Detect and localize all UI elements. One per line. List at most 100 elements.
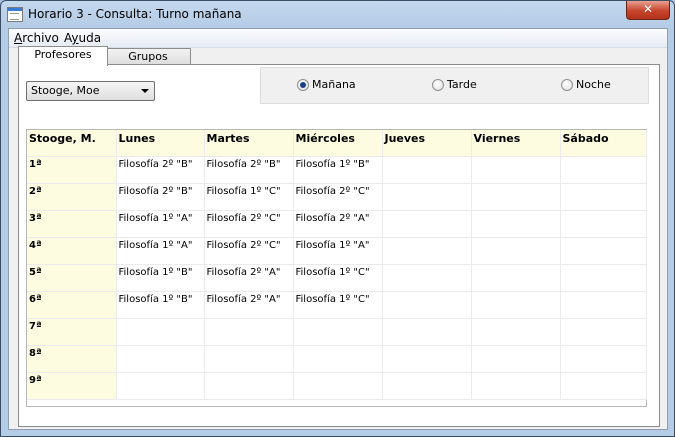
day-header-miercoles: Miércoles <box>293 130 383 157</box>
schedule-cell[interactable] <box>560 345 647 373</box>
schedule-cell[interactable] <box>116 318 205 346</box>
day-header-sabado: Sábado <box>560 130 647 157</box>
menu-archivo[interactable]: Archivo <box>14 31 59 45</box>
schedule-cell[interactable] <box>116 345 205 373</box>
table-row: 9ª <box>27 372 647 400</box>
schedule-cell[interactable]: Filosofía 2º "A" <box>293 210 383 238</box>
schedule-cell[interactable]: Filosofía 2º "B" <box>116 156 205 184</box>
schedule-cell[interactable] <box>560 156 647 184</box>
day-header-viernes: Viernes <box>471 130 561 157</box>
schedule-cell[interactable]: Filosofía 2º "A" <box>204 291 294 319</box>
teacher-select[interactable]: Stooge, Moe <box>26 81 155 101</box>
table-row: 5ª Filosofía 1º "B" Filosofía 2º "A" Fil… <box>27 264 647 292</box>
period-label: 7ª <box>27 318 117 346</box>
schedule-cell[interactable]: Filosofía 2º "C" <box>204 210 294 238</box>
day-header-jueves: Jueves <box>382 130 472 157</box>
app-window: Horario 3 - Consulta: Turno mañana ✕ Arc… <box>0 0 675 437</box>
schedule-cell[interactable] <box>382 183 472 211</box>
schedule-cell[interactable] <box>560 372 647 400</box>
schedule-cell[interactable] <box>471 183 561 211</box>
schedule-cell[interactable] <box>293 345 383 373</box>
schedule-cell[interactable] <box>471 345 561 373</box>
period-label: 2ª <box>27 183 117 211</box>
table-row: 1ª Filosofía 2º "B" Filosofía 2º "B" Fil… <box>27 156 647 184</box>
schedule-cell[interactable] <box>293 318 383 346</box>
tab-profesores[interactable]: Profesores <box>18 46 108 66</box>
schedule-cell[interactable]: Filosofía 1º "C" <box>293 291 383 319</box>
schedule-cell[interactable] <box>382 210 472 238</box>
period-label: 5ª <box>27 264 117 292</box>
schedule-cell[interactable] <box>471 372 561 400</box>
schedule-cell[interactable]: Filosofía 1º "B" <box>116 264 205 292</box>
period-label: 6ª <box>27 291 117 319</box>
schedule-cell[interactable] <box>471 156 561 184</box>
table-row: 8ª <box>27 345 647 373</box>
schedule-cell[interactable] <box>560 210 647 238</box>
schedule-cell[interactable] <box>382 264 472 292</box>
schedule-cell[interactable]: Filosofía 1º "B" <box>293 156 383 184</box>
schedule-cell[interactable] <box>382 291 472 319</box>
radio-selected-icon <box>297 79 309 91</box>
client-area: Archivo Ayuda Profesores Grupos Stooge, … <box>8 28 668 430</box>
close-icon: ✕ <box>642 2 654 16</box>
teacher-select-value: Stooge, Moe <box>31 84 100 97</box>
schedule-cell[interactable] <box>204 318 294 346</box>
close-button[interactable]: ✕ <box>626 1 670 20</box>
schedule-cell[interactable] <box>560 264 647 292</box>
table-row: 4ª Filosofía 1º "A" Filosofía 2º "C" Fil… <box>27 237 647 265</box>
schedule-cell[interactable] <box>293 372 383 400</box>
schedule-header-row: Stooge, M. Lunes Martes Miércoles Jueves… <box>27 130 647 157</box>
schedule-grid[interactable]: Stooge, M. Lunes Martes Miércoles Jueves… <box>26 129 647 407</box>
radio-unselected-icon <box>432 79 444 91</box>
schedule-cell[interactable] <box>471 318 561 346</box>
schedule-cell[interactable] <box>382 372 472 400</box>
schedule-cell[interactable] <box>560 318 647 346</box>
schedule-cell[interactable]: Filosofía 1º "C" <box>293 264 383 292</box>
chevron-down-icon <box>141 89 149 93</box>
schedule-cell[interactable]: Filosofía 1º "C" <box>204 183 294 211</box>
period-label: 9ª <box>27 372 117 400</box>
table-row: 3ª Filosofía 1º "A" Filosofía 2º "C" Fil… <box>27 210 647 238</box>
schedule-cell[interactable]: Filosofía 2º "B" <box>116 183 205 211</box>
app-icon <box>7 7 23 22</box>
day-header-lunes: Lunes <box>116 130 205 157</box>
teacher-column-header: Stooge, M. <box>27 130 117 157</box>
menu-ayuda[interactable]: Ayuda <box>64 31 101 45</box>
shift-radio-group: Mañana Tarde Noche <box>260 67 649 104</box>
table-row: 2ª Filosofía 2º "B" Filosofía 1º "C" Fil… <box>27 183 647 211</box>
schedule-cell[interactable] <box>382 156 472 184</box>
title-bar[interactable]: Horario 3 - Consulta: Turno mañana ✕ <box>1 1 674 28</box>
schedule-cell[interactable]: Filosofía 2º "B" <box>204 156 294 184</box>
day-header-martes: Martes <box>204 130 294 157</box>
schedule-cell[interactable] <box>116 372 205 400</box>
schedule-cell[interactable]: Filosofía 2º "C" <box>293 183 383 211</box>
schedule-cell[interactable] <box>471 291 561 319</box>
period-label: 1ª <box>27 156 117 184</box>
schedule-cell[interactable]: Filosofía 2º "C" <box>204 237 294 265</box>
schedule-cell[interactable]: Filosofía 1º "B" <box>116 291 205 319</box>
period-label: 4ª <box>27 237 117 265</box>
window-title: Horario 3 - Consulta: Turno mañana <box>28 7 242 21</box>
schedule-cell[interactable] <box>471 237 561 265</box>
schedule-cell[interactable] <box>204 345 294 373</box>
schedule-cell[interactable] <box>560 237 647 265</box>
period-label: 8ª <box>27 345 117 373</box>
schedule-cell[interactable] <box>560 183 647 211</box>
schedule-cell[interactable] <box>382 237 472 265</box>
radio-unselected-icon <box>561 79 573 91</box>
schedule-cell[interactable]: Filosofía 1º "A" <box>293 237 383 265</box>
schedule-cell[interactable] <box>471 264 561 292</box>
schedule-cell[interactable]: Filosofía 2º "A" <box>204 264 294 292</box>
schedule-cell[interactable]: Filosofía 1º "A" <box>116 237 205 265</box>
schedule-cell[interactable] <box>382 345 472 373</box>
schedule-table: Stooge, M. Lunes Martes Miércoles Jueves… <box>27 130 647 400</box>
table-row: 7ª <box>27 318 647 346</box>
tab-panel: Stooge, Moe Mañana Tarde Noche Stooge, M… <box>18 64 660 427</box>
schedule-cell[interactable]: Filosofía 1º "A" <box>116 210 205 238</box>
schedule-cell[interactable] <box>382 318 472 346</box>
schedule-cell[interactable] <box>471 210 561 238</box>
period-label: 3ª <box>27 210 117 238</box>
schedule-cell[interactable] <box>560 291 647 319</box>
table-row: 6ª Filosofía 1º "B" Filosofía 2º "A" Fil… <box>27 291 647 319</box>
schedule-cell[interactable] <box>204 372 294 400</box>
